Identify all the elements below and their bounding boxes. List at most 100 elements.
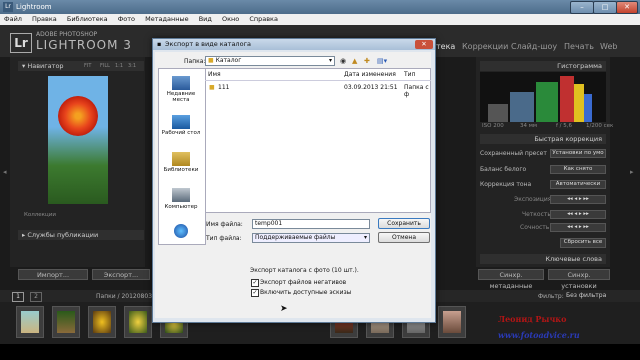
libraries-icon bbox=[172, 152, 190, 166]
maximize-button[interactable]: □ bbox=[593, 1, 617, 14]
white-balance-select[interactable]: Как снято bbox=[550, 165, 606, 174]
keywords-header[interactable]: Ключевые слова bbox=[480, 254, 606, 264]
sync-settings-button[interactable]: Синхр. установки bbox=[548, 269, 610, 290]
export-button[interactable]: Экспорт... bbox=[92, 269, 150, 280]
filetype-value: Поддерживаемые файлы bbox=[255, 234, 336, 241]
navigator-header[interactable]: ▾ Навигатор FIT FILL 1:1 3:1 bbox=[18, 61, 144, 71]
white-balance-label: Баланс белого bbox=[480, 166, 527, 173]
module-web[interactable]: Web bbox=[600, 42, 617, 51]
folder-select[interactable]: ■ Каталог ▾ bbox=[205, 56, 335, 66]
export-negatives-checkbox[interactable]: ✓ bbox=[251, 279, 259, 287]
file-name: 111 bbox=[218, 84, 230, 91]
flower-image bbox=[58, 96, 98, 136]
reset-all-button[interactable]: Сбросить все bbox=[560, 238, 606, 248]
lightroom-logo: Lr bbox=[10, 33, 32, 53]
page-2-button[interactable]: 2 bbox=[30, 292, 42, 302]
menu-library[interactable]: Библиотека bbox=[63, 14, 112, 24]
include-previews-checkbox[interactable]: ✓ bbox=[251, 289, 259, 297]
folder-label: Папка: bbox=[184, 58, 206, 65]
dialog-close-button[interactable]: ✕ bbox=[415, 40, 433, 49]
menu-help[interactable]: Справка bbox=[245, 14, 282, 24]
place-recent[interactable]: Недавние места bbox=[160, 91, 202, 103]
filename-input[interactable]: temp001 bbox=[252, 219, 370, 229]
filmstrip-thumbnail[interactable] bbox=[16, 306, 44, 338]
folder-value: Каталог bbox=[215, 57, 242, 64]
minimize-button[interactable]: – bbox=[570, 1, 594, 14]
file-type: Папка с ф bbox=[404, 84, 429, 98]
nav-mode-1-1[interactable]: 1:1 bbox=[115, 61, 123, 71]
watermark-author: Леонид Рычко bbox=[498, 314, 567, 324]
back-icon[interactable]: ◉ bbox=[340, 57, 346, 65]
exposure-label: Экспозиция bbox=[514, 196, 552, 203]
nav-mode-3-1[interactable]: 3:1 bbox=[128, 61, 136, 71]
save-button[interactable]: Сохранить bbox=[378, 218, 430, 229]
menu-file[interactable]: Файл bbox=[0, 14, 26, 24]
module-library[interactable]: тека bbox=[436, 42, 455, 51]
saved-preset-select[interactable]: Установки по умо bbox=[550, 149, 606, 158]
chevron-down-icon: ▾ bbox=[328, 57, 332, 64]
list-item[interactable]: ■ 111 03.09.2013 21:51 Папка с ф bbox=[206, 84, 430, 98]
tone-control-label: Коррекция тона bbox=[480, 181, 532, 188]
lightroom-name: LIGHTROOM 3 bbox=[36, 38, 132, 52]
place-desktop[interactable]: Рабочий стол bbox=[160, 130, 202, 136]
view-menu-icon[interactable]: ▤▾ bbox=[377, 57, 387, 65]
clarity-steppers[interactable]: ◂◂ ◂ ▸ ▸▸ bbox=[550, 210, 606, 219]
network-icon[interactable] bbox=[174, 224, 188, 238]
menu-edit[interactable]: Правка bbox=[28, 14, 61, 24]
module-slideshow[interactable]: Слайд-шоу bbox=[511, 42, 557, 51]
import-button[interactable]: Импорт... bbox=[18, 269, 88, 280]
module-print[interactable]: Печать bbox=[564, 42, 594, 51]
collections-header[interactable]: Коллекции bbox=[24, 212, 56, 218]
exif-focal: 34 мм bbox=[520, 123, 538, 129]
chevron-down-icon: ▾ bbox=[363, 234, 367, 241]
column-date[interactable]: Дата изменения bbox=[344, 71, 396, 78]
publish-services-title: Службы публикации bbox=[27, 231, 99, 239]
menu-view[interactable]: Вид bbox=[195, 14, 216, 24]
place-computer[interactable]: Компьютер bbox=[160, 204, 202, 210]
filename-label: Имя файла: bbox=[206, 221, 243, 228]
filter-select[interactable]: Без фильтра bbox=[566, 292, 606, 299]
export-negatives-label: Экспорт файлов негативов bbox=[260, 279, 347, 286]
sync-metadata-button[interactable]: Синхр. метаданные bbox=[478, 269, 544, 290]
vibrance-steppers[interactable]: ◂◂ ◂ ▸ ▸▸ bbox=[550, 223, 606, 232]
filetype-select[interactable]: Поддерживаемые файлы ▾ bbox=[252, 233, 370, 243]
folder-icon: ■ bbox=[208, 57, 214, 64]
column-type[interactable]: Тип bbox=[404, 71, 416, 78]
module-develop[interactable]: Коррекции bbox=[462, 42, 508, 51]
menu-window[interactable]: Окно bbox=[218, 14, 243, 24]
menu-photo[interactable]: Фото bbox=[114, 14, 139, 24]
mouse-cursor-icon: ➤ bbox=[280, 304, 288, 314]
page-1-button[interactable]: 1 bbox=[12, 292, 24, 302]
exposure-steppers[interactable]: ◂◂ ◂ ▸ ▸▸ bbox=[550, 195, 606, 204]
filmstrip-thumbnail[interactable] bbox=[88, 306, 116, 338]
exif-aperture: f / 5,6 bbox=[556, 123, 573, 129]
histogram bbox=[480, 72, 606, 122]
quick-develop-header[interactable]: Быстрая коррекция bbox=[480, 134, 606, 144]
up-folder-icon[interactable]: ▲ bbox=[352, 57, 357, 65]
right-panel-toggle-icon[interactable]: ▸ bbox=[630, 168, 634, 176]
desktop-icon bbox=[172, 115, 190, 129]
export-info: Экспорт каталога с фото (10 шт.). bbox=[250, 267, 359, 274]
cancel-button[interactable]: Отмена bbox=[378, 232, 430, 243]
auto-tone-button[interactable]: Автоматически bbox=[550, 180, 606, 189]
close-button[interactable]: ✕ bbox=[616, 1, 638, 14]
folder-icon: ■ bbox=[209, 84, 215, 91]
menu-metadata[interactable]: Метаданные bbox=[141, 14, 193, 24]
place-libraries[interactable]: Библиотеки bbox=[160, 167, 202, 173]
new-folder-icon[interactable]: ✚ bbox=[364, 57, 370, 65]
column-name[interactable]: Имя bbox=[208, 71, 221, 78]
publish-services-header[interactable]: ▸ Службы публикации bbox=[18, 230, 144, 240]
filmstrip-thumbnail[interactable] bbox=[52, 306, 80, 338]
left-panel-toggle-icon[interactable]: ◂ bbox=[3, 168, 7, 176]
filter-label: Фильтр: bbox=[538, 293, 564, 300]
filmstrip-thumbnail[interactable] bbox=[438, 306, 466, 338]
nav-mode-fill[interactable]: FILL bbox=[100, 61, 110, 71]
lightroom-app-icon: Lr bbox=[3, 2, 13, 12]
histogram-header[interactable]: Гистограмма bbox=[480, 61, 606, 71]
dialog-title: Экспорт в виде каталога bbox=[165, 40, 251, 48]
include-previews-label: Включить доступные эскизы bbox=[260, 289, 352, 296]
recent-places-icon bbox=[172, 76, 190, 90]
navigator-title: Навигатор bbox=[27, 62, 64, 70]
filmstrip-thumbnail[interactable] bbox=[124, 306, 152, 338]
nav-mode-fit[interactable]: FIT bbox=[84, 61, 91, 71]
